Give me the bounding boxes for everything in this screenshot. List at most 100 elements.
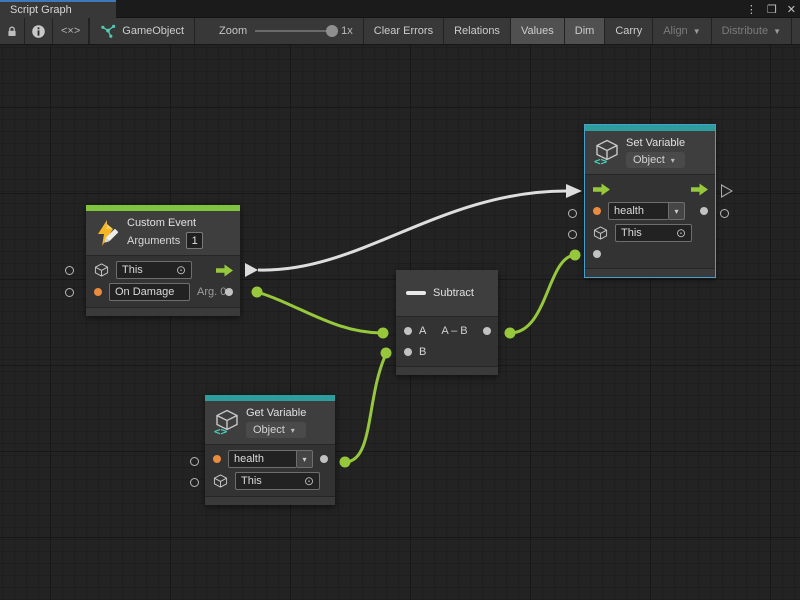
output-port-result[interactable]	[483, 327, 491, 335]
variable-name-field[interactable]: health	[608, 202, 668, 220]
arg0-label: Arg. 0	[197, 286, 226, 298]
wire-endpoint	[252, 287, 263, 298]
wire-flow-customevent-setvariable[interactable]	[258, 191, 566, 270]
input-port-ring[interactable]	[65, 288, 74, 297]
zoom-slider-handle[interactable]	[326, 25, 338, 37]
input-port-ring[interactable]	[190, 478, 199, 487]
graph-target-label: GameObject	[122, 25, 184, 37]
node-subtract[interactable]: Subtract A A – B B	[396, 270, 498, 375]
input-port-ring[interactable]	[568, 209, 577, 218]
dim-button[interactable]: Dim	[565, 18, 606, 44]
port-b-label: B	[419, 346, 426, 358]
wire-endpoint	[381, 348, 392, 359]
window-controls: ⋮ ❒ ✕	[746, 0, 796, 18]
wire-endpoint	[340, 457, 351, 468]
node-get-variable[interactable]: <> Get Variable Object ▾ health ▾	[205, 395, 335, 505]
flow-output-arrow-icon[interactable]	[691, 183, 708, 196]
scope-value: Object	[253, 424, 285, 436]
variable-name-combo[interactable]: health ▾	[608, 202, 685, 220]
get-variable-body: health ▾ This ⊙	[205, 445, 335, 496]
distribute-dropdown[interactable]: Distribute ▼	[712, 18, 792, 44]
wire-endpoint	[570, 250, 581, 261]
tab-script-graph[interactable]: Script Graph	[0, 0, 116, 18]
value-output-port[interactable]	[320, 455, 328, 463]
lock-button[interactable]	[0, 18, 25, 44]
input-port-b[interactable]	[404, 348, 412, 356]
cube-icon	[213, 473, 228, 489]
port-name-icon[interactable]	[593, 207, 601, 215]
port-string-icon[interactable]	[94, 288, 102, 296]
value-input-port[interactable]	[593, 250, 601, 258]
port-row-a: A A – B	[396, 320, 498, 341]
value-input-row	[585, 244, 715, 264]
get-variable-header[interactable]: <> Get Variable Object ▾	[205, 401, 335, 445]
node-title: Custom Event	[127, 217, 203, 229]
object-picker-icon[interactable]: ⊙	[176, 264, 186, 276]
lock-icon	[6, 24, 18, 39]
variable-name-dropdown-button[interactable]: ▾	[296, 450, 313, 468]
flow-row	[585, 178, 715, 200]
variable-scope-dropdown[interactable]: Object ▾	[626, 152, 685, 168]
overview-button[interactable]: Overv	[792, 18, 800, 44]
chevron-down-icon: ▼	[773, 27, 781, 36]
variable-name-field[interactable]: health	[228, 450, 296, 468]
wire-value-arg0-subtract-a[interactable]	[257, 292, 383, 333]
subtract-header[interactable]: Subtract	[396, 270, 498, 317]
set-variable-header[interactable]: <> Set Variable Object ▾	[585, 131, 715, 175]
node-custom-event[interactable]: Custom Event Arguments 1 This ⊙	[86, 205, 240, 316]
value-output-port[interactable]	[700, 207, 708, 215]
wire-endpoint	[505, 328, 516, 339]
arg0-output-port[interactable]	[225, 288, 233, 296]
variable-name-combo[interactable]: health ▾	[228, 450, 313, 468]
target-field[interactable]: This ⊙	[615, 224, 692, 242]
port-name-icon[interactable]	[213, 455, 221, 463]
flow-output-triangle[interactable]	[245, 263, 258, 277]
dropdown-arrow-icon: ▾	[291, 426, 295, 435]
target-row: This ⊙	[585, 222, 715, 244]
flow-input-arrow-icon[interactable]	[593, 183, 610, 196]
carry-button[interactable]: Carry	[605, 18, 653, 44]
clear-errors-button[interactable]: Clear Errors	[364, 18, 444, 44]
object-picker-icon[interactable]: ⊙	[676, 227, 686, 239]
values-label: Values	[521, 25, 554, 37]
graph-canvas[interactable]: Custom Event Arguments 1 This ⊙	[0, 45, 800, 600]
zoom-slider[interactable]	[255, 30, 333, 32]
relations-button[interactable]: Relations	[444, 18, 511, 44]
align-dropdown[interactable]: Align ▼	[653, 18, 711, 44]
tab-title: Script Graph	[10, 4, 72, 16]
event-name-field[interactable]: On Damage	[109, 283, 190, 301]
object-picker-icon[interactable]: ⊙	[304, 475, 314, 487]
flow-output-triangle-outline[interactable]	[721, 184, 733, 198]
maximize-icon[interactable]: ❒	[767, 3, 777, 16]
variable-cube-icon: <>	[593, 139, 619, 166]
node-set-variable[interactable]: <> Set Variable Object ▾	[585, 125, 715, 277]
dropdown-arrow-icon: ▾	[302, 455, 306, 464]
code-view-button[interactable]: <×>	[53, 18, 89, 44]
variable-name-dropdown-button[interactable]: ▾	[668, 202, 685, 220]
window-menu-icon[interactable]: ⋮	[746, 3, 757, 16]
target-field[interactable]: This ⊙	[235, 472, 320, 490]
flow-output-arrow-icon[interactable]	[216, 264, 233, 277]
values-button[interactable]: Values	[511, 18, 565, 44]
input-port-ring[interactable]	[568, 230, 577, 239]
wire-value-getvariable-subtract-b[interactable]	[345, 354, 386, 462]
arguments-count-field[interactable]: 1	[186, 232, 203, 249]
variable-scope-dropdown[interactable]: Object ▾	[246, 422, 306, 438]
info-button[interactable]	[25, 18, 53, 44]
input-port-ring[interactable]	[190, 457, 199, 466]
output-port-ring[interactable]	[720, 209, 729, 218]
node-footer	[396, 366, 498, 375]
subtract-icon	[406, 291, 426, 295]
close-icon[interactable]: ✕	[787, 3, 796, 16]
wire-value-subtract-setvariable[interactable]	[510, 255, 575, 333]
custom-event-header[interactable]: Custom Event Arguments 1	[86, 211, 240, 256]
graph-target[interactable]: GameObject	[90, 18, 195, 44]
dropdown-arrow-icon: ▾	[674, 207, 678, 216]
target-field[interactable]: This ⊙	[116, 261, 192, 279]
input-port-a[interactable]	[404, 327, 412, 335]
subtract-body: A A – B B	[396, 317, 498, 366]
zoom-label: Zoom	[219, 25, 247, 37]
input-port-ring[interactable]	[65, 266, 74, 275]
wire-endpoint	[378, 328, 389, 339]
event-bolt-icon	[94, 219, 120, 247]
